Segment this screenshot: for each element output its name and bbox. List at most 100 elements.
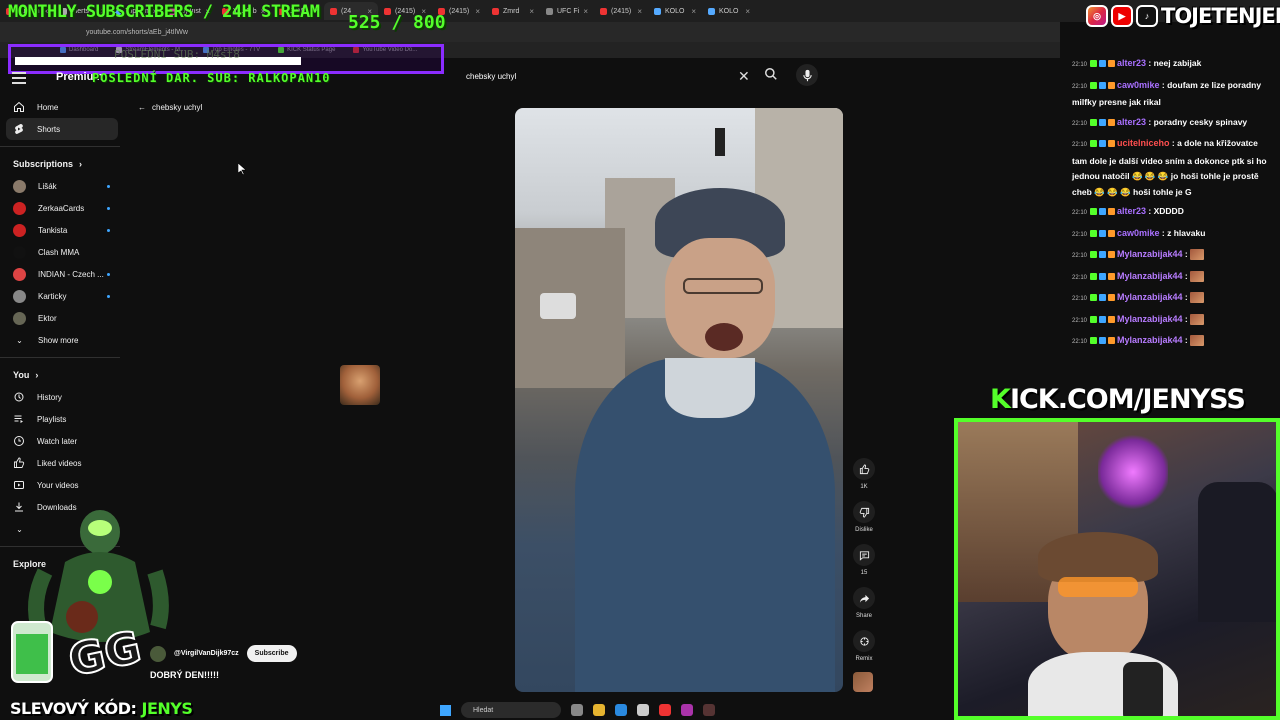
chat-timestamp: 22:10 [1072, 142, 1088, 148]
shorts-video-player[interactable] [515, 108, 843, 692]
subscriptions-heading[interactable]: Subscriptions › [0, 153, 128, 175]
chat-username[interactable]: Mylanzabijak44 [1117, 249, 1183, 259]
chat-username[interactable]: caw0mike [1117, 228, 1160, 238]
chat-timestamp: 22:10 [1072, 231, 1088, 238]
clear-search-icon[interactable]: ✕ [738, 68, 750, 85]
sidebar-item-your-videos[interactable]: Your videos [0, 474, 120, 496]
sidebar-subscription-item[interactable]: ZerkaaCards [0, 197, 118, 219]
comments-icon[interactable] [853, 544, 875, 566]
overlay-last-donation-sub: POSLEDNÍ DAR. SUB: RALKOPAN10 [92, 71, 331, 85]
obs-icon[interactable] [703, 704, 715, 716]
chat-message: 22:10 Mylanzabijak44 : [1066, 245, 1280, 267]
chat-text: : z hlavaku [1161, 227, 1206, 238]
share-action[interactable]: Share [852, 587, 876, 619]
channel-avatar [13, 289, 26, 303]
tab-close-icon[interactable]: × [583, 7, 588, 16]
sidebar-subscription-item[interactable]: Ektor [0, 307, 118, 329]
sidebar-item-home[interactable]: Home [0, 96, 120, 118]
chat-message: 22:10 Mylanzabijak44 : [1066, 310, 1280, 332]
channel-avatar [13, 267, 26, 281]
tiktok-icon: ♪ [1136, 5, 1158, 27]
you-heading[interactable]: You › [0, 364, 128, 386]
like-action[interactable]: 1K [852, 458, 876, 490]
microphone-icon[interactable] [796, 64, 818, 86]
windows-start-icon[interactable] [440, 704, 451, 716]
task-view-icon[interactable] [571, 704, 583, 716]
social-handle: TOJETENJENYS [1161, 4, 1280, 28]
file-explorer-icon[interactable] [593, 704, 605, 716]
subscription-label: Clash MMA [38, 247, 80, 257]
back-navigation[interactable]: ← chebsky uchyl [138, 103, 202, 112]
show-more-label: Show more [38, 335, 79, 345]
chat-username[interactable]: Mylanzabijak44 [1117, 314, 1183, 324]
sidebar-item-liked-videos[interactable]: Liked videos [0, 452, 120, 474]
tab-close-icon[interactable]: × [529, 7, 534, 16]
chevron-right-icon: › [35, 370, 39, 380]
menu-icon[interactable] [12, 72, 26, 84]
comments-action[interactable]: 15 [852, 544, 876, 576]
chat-badge-icon [1099, 229, 1107, 237]
sidebar-subscription-item[interactable]: Tankista [0, 219, 118, 241]
chat-badge-icon [1099, 140, 1107, 148]
sidebar-subscription-item[interactable]: INDIAN - Czech ... [0, 263, 118, 285]
search-input[interactable]: chebsky uchyl [466, 72, 516, 81]
remix-thumbnail[interactable] [853, 672, 873, 692]
chat-username[interactable]: alter23 [1117, 206, 1146, 216]
chat-username[interactable]: ucitelniceho [1117, 138, 1170, 148]
share-icon[interactable] [853, 587, 875, 609]
chat-username[interactable]: alter23 [1117, 117, 1146, 127]
sidebar-item-label: Your videos [37, 480, 79, 490]
edge-icon[interactable] [615, 704, 627, 716]
browser-tab[interactable]: UFC Fi × [540, 2, 594, 20]
dislike-icon[interactable] [853, 501, 875, 523]
sidebar-item-playlists[interactable]: Playlists [0, 408, 120, 430]
sidebar-item-shorts[interactable]: Shorts [6, 118, 118, 140]
chat-username[interactable]: Mylanzabijak44 [1117, 335, 1183, 345]
chat-username[interactable]: caw0mike [1117, 80, 1160, 90]
tab-label: UFC Fi [557, 7, 580, 15]
chat-username[interactable]: alter23 [1117, 58, 1146, 68]
chat-badge-icon [1090, 81, 1098, 89]
chat-badge-icon [1108, 229, 1116, 237]
chat-username[interactable]: Mylanzabijak44 [1117, 271, 1183, 281]
tab-close-icon[interactable]: × [745, 7, 750, 16]
sidebar-subscription-item[interactable]: Lišák [0, 175, 118, 197]
chrome-icon[interactable] [659, 704, 671, 716]
channel-avatar [13, 245, 26, 259]
chat-text: : poradny cesky spinavy [1148, 116, 1248, 127]
search-box[interactable]: chebsky uchyl ✕ [456, 64, 784, 88]
remix-action[interactable]: Remix [852, 630, 876, 662]
tab-close-icon[interactable]: × [637, 7, 642, 16]
remix-icon[interactable] [853, 630, 875, 652]
search-icon[interactable] [764, 67, 778, 83]
back-arrow-icon[interactable]: ← [138, 103, 146, 112]
chat-timestamp: 22:10 [1072, 296, 1088, 302]
store-icon[interactable] [637, 704, 649, 716]
browser-tab[interactable]: KOLO × [702, 2, 756, 20]
channel-row: @VirgilVanDijk97cz Subscribe [150, 645, 297, 662]
tab-close-icon[interactable]: × [475, 7, 480, 16]
windows-taskbar: Hledat [440, 700, 840, 720]
dislike-action[interactable]: Dislike [852, 501, 876, 533]
browser-tab[interactable]: KOLO × [648, 2, 702, 20]
like-icon[interactable] [853, 458, 875, 480]
tab-label: Zmrd [503, 7, 520, 15]
address-bar[interactable]: youtube.com/shorts/aEb_j4tIlWw [0, 22, 1060, 42]
show-more-button[interactable]: ⌄ Show more [0, 329, 118, 351]
channel-name[interactable]: @VirgilVanDijk97cz [174, 650, 239, 657]
browser-tab[interactable]: (2415) × [594, 2, 648, 20]
sidebar-subscription-item[interactable]: Karticky [0, 285, 118, 307]
tab-close-icon[interactable]: × [691, 7, 696, 16]
sidebar-item-history[interactable]: History [0, 386, 120, 408]
sidebar-item-watch-later[interactable]: Watch later [0, 430, 120, 452]
chat-username[interactable]: Mylanzabijak44 [1117, 292, 1183, 302]
action-label: 15 [860, 570, 868, 576]
discord-icon[interactable] [681, 704, 693, 716]
chat-badge-icon [1099, 118, 1107, 126]
chevron-down-icon: ⌄ [16, 335, 23, 345]
subscribe-button[interactable]: Subscribe [246, 645, 297, 662]
browser-tab[interactable]: Zmrd × [486, 2, 540, 20]
sidebar-subscription-item[interactable]: Clash MMA [0, 241, 118, 263]
address-bar-url[interactable]: youtube.com/shorts/aEb_j4tIlWw [86, 29, 188, 36]
taskbar-search[interactable]: Hledat [461, 702, 561, 718]
